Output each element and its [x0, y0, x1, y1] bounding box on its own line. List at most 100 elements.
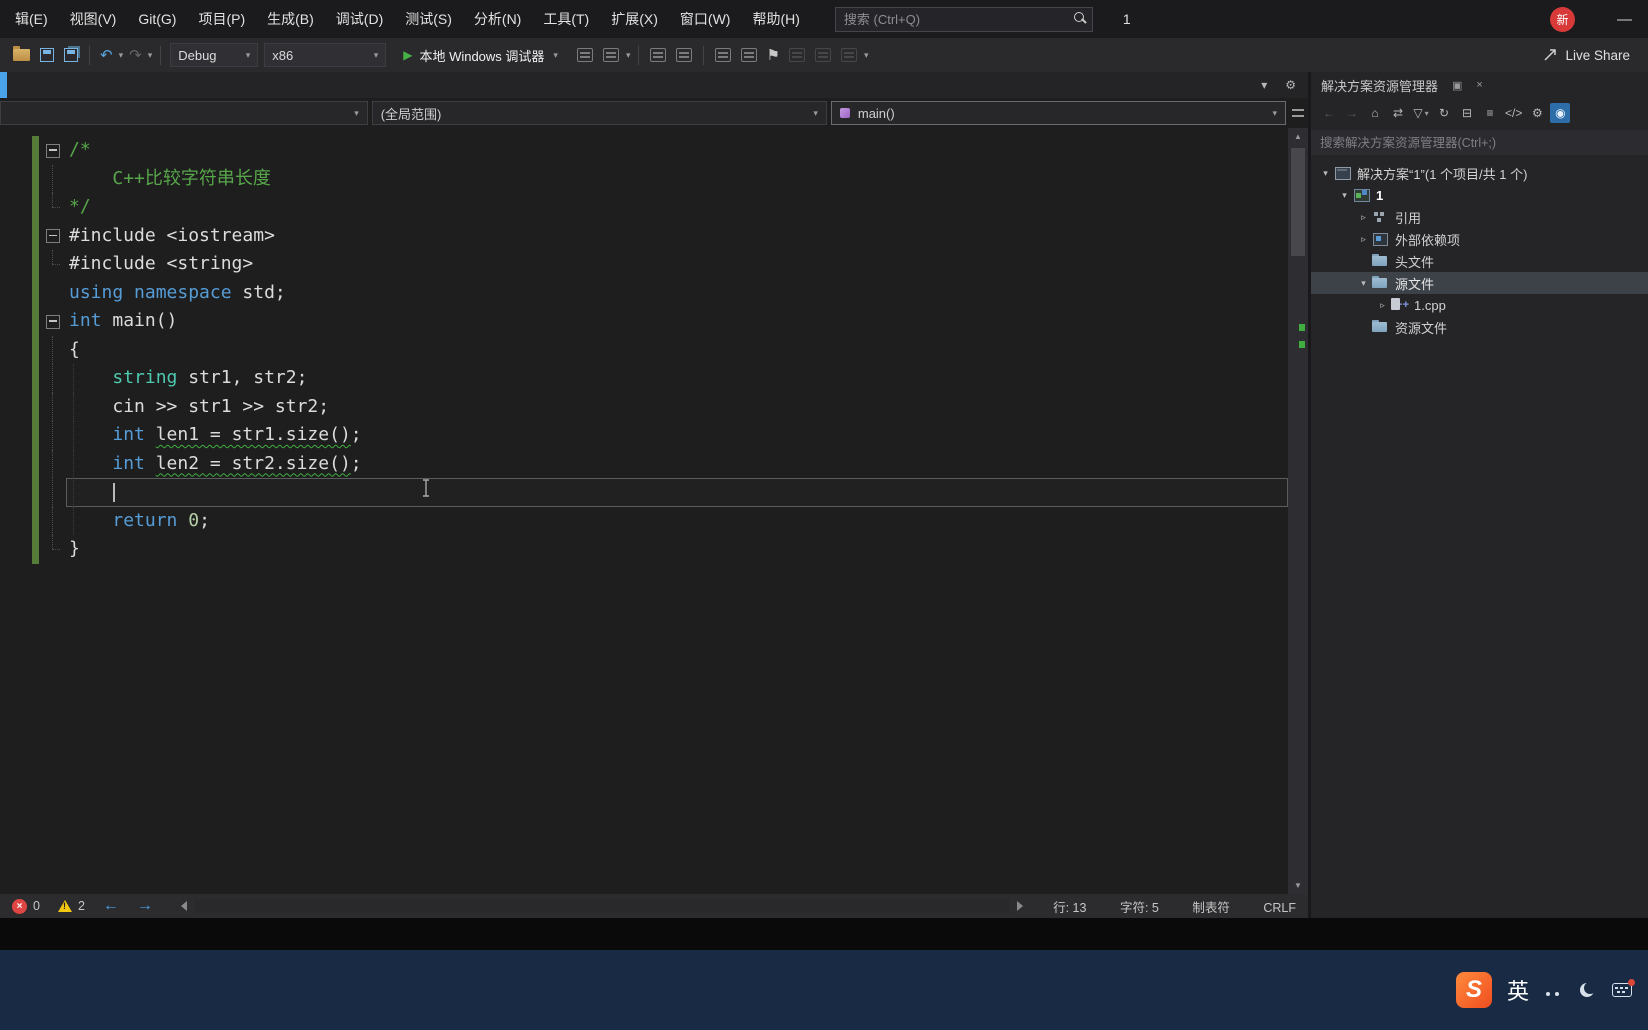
code-line[interactable]: int main() — [0, 307, 1288, 336]
breakpoint-margin[interactable] — [0, 364, 32, 393]
quick-search-box[interactable] — [834, 6, 1093, 32]
breakpoint-margin[interactable] — [0, 193, 32, 222]
ime-toolbar[interactable]: S 英 — [1455, 972, 1635, 1008]
code-lines[interactable]: /* C++比较字符串长度 */#include <iostream> #inclu… — [0, 128, 1288, 894]
code-line[interactable]: cin >> str1 >> str2; — [0, 392, 1288, 422]
breakpoint-margin[interactable] — [0, 507, 32, 536]
breakpoint-margin[interactable] — [0, 222, 32, 251]
expander-icon[interactable]: ▹ — [1355, 234, 1372, 245]
tree-item-external-dependencies[interactable]: ▹ 外部依赖项 — [1311, 228, 1648, 250]
code-text[interactable]: */ — [66, 193, 1288, 222]
menu-item[interactable]: 扩展(X) — [600, 0, 669, 38]
search-icon[interactable] — [1070, 11, 1092, 27]
menu-item[interactable]: 工具(T) — [532, 0, 600, 38]
scrollbar-thumb[interactable] — [1291, 148, 1305, 256]
breakpoint-margin[interactable] — [0, 393, 32, 422]
configuration-dropdown[interactable]: Debug ▾ — [170, 43, 259, 67]
toolbar-overflow-icon[interactable]: ▾ — [862, 50, 871, 60]
code-text[interactable]: int len2 = str2.size(); — [66, 449, 1288, 479]
menu-item[interactable]: 视图(V) — [59, 0, 128, 38]
hscroll-left-icon[interactable] — [180, 901, 187, 911]
breakpoint-margin[interactable] — [0, 279, 32, 308]
sync-active-document-icon[interactable]: ⇄ — [1388, 103, 1408, 123]
fold-toggle-icon[interactable] — [39, 222, 66, 251]
breakpoint-margin[interactable] — [0, 450, 32, 479]
view-in-browser-icon[interactable] — [602, 48, 619, 62]
code-line[interactable]: #include <string> — [0, 250, 1288, 279]
breakpoint-margin[interactable] — [0, 307, 32, 336]
code-editor[interactable]: /* C++比较字符串长度 */#include <iostream> #inclu… — [0, 128, 1308, 894]
code-line[interactable]: C++比较字符串长度 — [0, 164, 1288, 193]
dock-icon[interactable]: ▣ — [1452, 79, 1462, 92]
bookmark-icon[interactable]: ⚑ — [762, 48, 783, 63]
close-icon[interactable]: × — [1476, 79, 1482, 91]
breakpoint-margin[interactable] — [0, 421, 32, 450]
collapse-all-icon[interactable]: ⊟ — [1457, 103, 1477, 123]
new-window-icon[interactable] — [650, 48, 667, 62]
code-text[interactable]: { — [66, 336, 1288, 365]
tree-item-1-cpp[interactable]: ▹ ++ 1.cpp — [1311, 294, 1648, 316]
pending-changes-filter-icon[interactable]: ▽ ▾ — [1411, 103, 1431, 123]
code-text[interactable]: return 0; — [66, 506, 1288, 536]
start-debugging-button[interactable]: ▶ 本地 Windows 调试器 ▾ — [399, 42, 562, 68]
split-editor-handle[interactable] — [1288, 98, 1308, 128]
member-dropdown[interactable]: main() ▾ — [830, 101, 1286, 125]
quick-search-input[interactable] — [835, 11, 1070, 27]
tree-item-references[interactable]: ▹ 引用 — [1311, 206, 1648, 228]
eol-indicator[interactable]: CRLF — [1263, 901, 1296, 915]
navigate-back-icon[interactable]: ← — [103, 898, 119, 914]
menu-item[interactable]: 项目(P) — [187, 0, 256, 38]
show-all-files-icon[interactable]: ≡ — [1480, 103, 1500, 123]
warnings-icon[interactable] — [57, 900, 72, 912]
scroll-down-icon[interactable]: ▼ — [1288, 881, 1308, 890]
tree-item-project-1[interactable]: ▾ 1 — [1311, 184, 1648, 206]
breakpoint-margin[interactable] — [0, 535, 32, 564]
tree-item-resource-files[interactable]: 资源文件 — [1311, 316, 1648, 338]
code-text[interactable]: } — [66, 535, 1288, 564]
tree-item-solution[interactable]: ▾ 解决方案“1”(1 个项目/共 1 个) — [1311, 162, 1648, 184]
preview-selected-icon[interactable]: ◉ — [1550, 103, 1571, 123]
navigate-forward-icon[interactable]: → — [137, 898, 153, 914]
indent-decrease-icon[interactable] — [715, 48, 732, 62]
menu-item[interactable]: 窗口(W) — [669, 0, 742, 38]
properties-icon[interactable]: ⚙ — [1527, 103, 1547, 123]
breakpoint-margin[interactable] — [0, 250, 32, 279]
fullwidth-icon[interactable] — [1578, 981, 1597, 999]
save-icon[interactable] — [40, 48, 54, 62]
tree-item-source-files[interactable]: ▾ 源文件 — [1311, 272, 1648, 294]
minimize-button[interactable]: — — [1617, 11, 1632, 28]
menu-item[interactable]: 分析(N) — [463, 0, 532, 38]
ime-language-indicator[interactable]: 英 — [1507, 974, 1529, 1006]
active-tab-edge[interactable] — [0, 72, 7, 98]
indent-increase-icon[interactable] — [741, 48, 758, 62]
chevron-down-icon[interactable]: ▾ — [624, 50, 633, 60]
live-share-button[interactable]: Live Share — [1542, 47, 1630, 63]
expander-icon[interactable]: ▹ — [1355, 212, 1372, 223]
refresh-icon[interactable]: ↻ — [1434, 103, 1454, 123]
code-text[interactable]: int len1 = str1.size(); — [66, 421, 1288, 450]
column-indicator[interactable]: 字符: 5 — [1120, 901, 1159, 915]
errors-icon[interactable]: × — [12, 898, 27, 914]
punctuation-icon[interactable] — [1544, 981, 1563, 999]
menu-item[interactable]: 调试(D) — [325, 0, 394, 38]
project-dropdown[interactable]: ▾ — [0, 101, 368, 125]
menu-item[interactable]: 生成(B) — [256, 0, 325, 38]
menu-item[interactable]: Git(G) — [127, 0, 187, 38]
warning-count[interactable]: 2 — [78, 899, 85, 913]
add-item-icon[interactable] — [576, 48, 593, 62]
undo-dropdown-icon[interactable]: ▾ — [117, 50, 126, 60]
code-view-icon[interactable]: </> — [1503, 103, 1524, 123]
code-line[interactable]: #include <iostream> — [0, 221, 1288, 251]
vertical-scrollbar[interactable]: ▲ ▼ — [1288, 128, 1308, 894]
scope-dropdown[interactable]: (全局范围) ▾ — [371, 101, 827, 125]
code-text[interactable]: #include <string> — [66, 250, 1288, 279]
code-line[interactable]: using namespace std; — [0, 278, 1288, 308]
code-text[interactable]: string str1, str2; — [66, 364, 1288, 393]
tab-list-dropdown-icon[interactable]: ▾ — [1261, 79, 1267, 91]
code-line[interactable] — [0, 478, 1288, 507]
code-line[interactable]: int len1 = str1.size(); — [0, 421, 1288, 450]
explorer-search-box[interactable] — [1311, 130, 1648, 155]
expander-icon[interactable]: ▾ — [1355, 278, 1372, 289]
editor-options-gear-icon[interactable]: ⚙ — [1285, 79, 1296, 91]
horizontal-scrollbar[interactable] — [194, 899, 1010, 913]
